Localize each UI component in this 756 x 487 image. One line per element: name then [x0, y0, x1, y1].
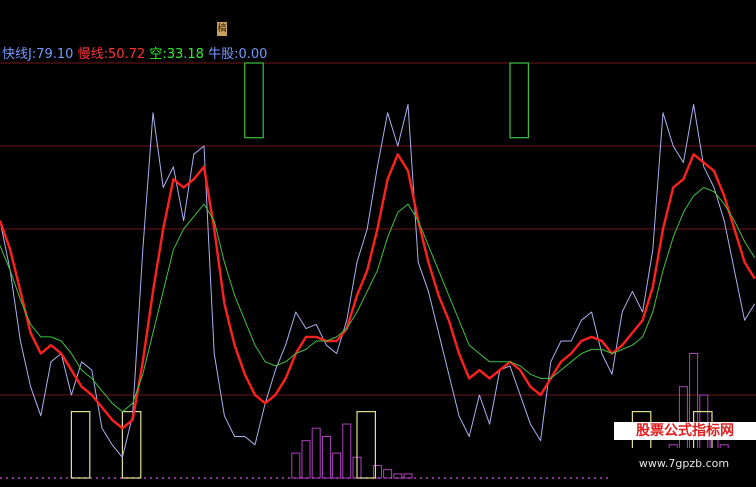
chart-mark: 稿: [217, 22, 227, 36]
histogram-bar-7: [372, 465, 382, 479]
indicator-legend: 快线J:79.10 慢线:50.72 空:33.18 牛股:0.00: [2, 43, 267, 62]
signal-box-high-6: [244, 62, 264, 139]
legend-slow-value: 50.72: [107, 47, 146, 62]
signal-box-low-0: [70, 411, 91, 479]
signal-box-high-7: [509, 62, 529, 139]
legend-bull-value: 0.00: [238, 47, 268, 62]
watermark-url: www.7gpzb.com: [612, 448, 756, 480]
legend-empty-value: 33.18: [166, 47, 204, 62]
series-line-slow_green: [0, 187, 756, 413]
legend-bull-label: 牛股:: [208, 47, 239, 62]
histogram-bar-8: [383, 469, 393, 479]
signal-boxes: [70, 62, 713, 479]
histogram-bar-5: [342, 423, 352, 479]
series-line-slow: [0, 153, 756, 430]
signal-box-low-2: [356, 411, 376, 479]
histogram-bar-3: [321, 436, 331, 479]
histogram-bar-1: [301, 440, 311, 479]
legend-empty-label: 空:: [149, 47, 167, 62]
watermark-banner: 股票公式指标网: [614, 422, 756, 440]
legend-slow-label: 慢线:: [77, 47, 108, 62]
histogram-bar-2: [311, 427, 321, 479]
histogram-bar-4: [332, 452, 342, 479]
indicator-chart: [0, 62, 756, 479]
legend-fast-label: 快线J:: [2, 47, 37, 62]
indicator-lines: [0, 104, 756, 458]
legend-fast-value: 79.10: [36, 47, 74, 62]
histogram-bar-0: [291, 452, 301, 479]
